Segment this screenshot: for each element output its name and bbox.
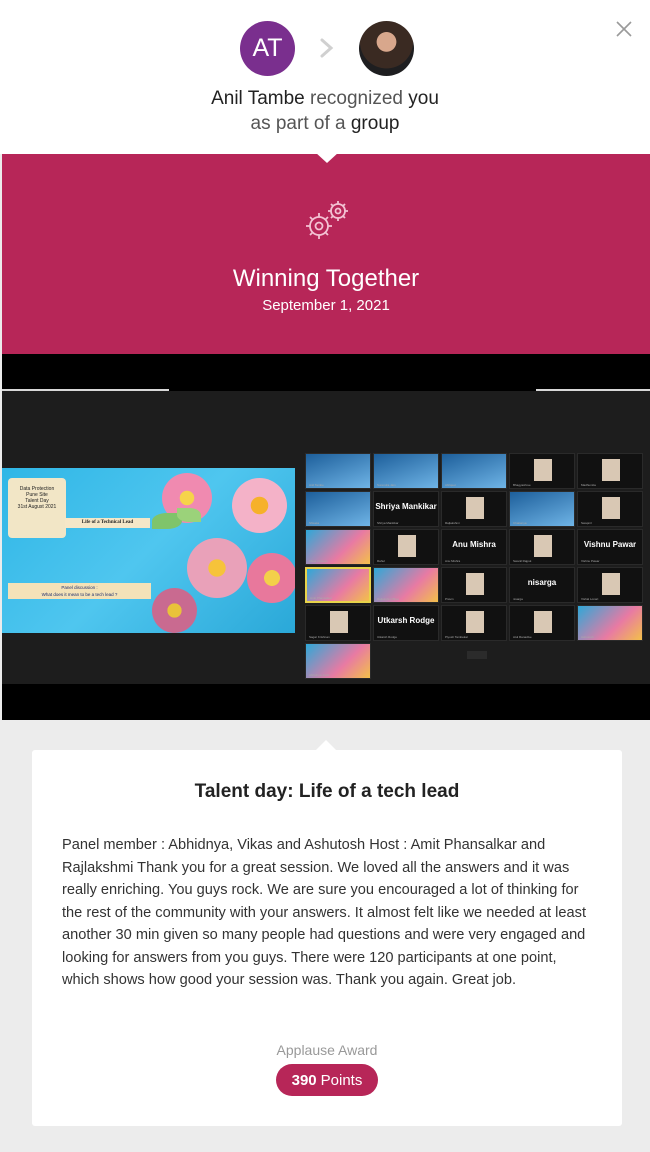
- slide-panel-text: Panel discussion : What does it mean to …: [8, 583, 151, 599]
- participant-label: Rajlakshmi: [445, 521, 460, 525]
- participant-tile: Pravin: [441, 567, 507, 603]
- participant-tile: Piyush Tambekar: [441, 605, 507, 641]
- participant-tile: Surendra Jain: [373, 453, 439, 489]
- participant-label: Ashutosh: [581, 635, 594, 639]
- points-badge: 390 Points: [276, 1064, 378, 1096]
- participant-name: Shriya Mankikar: [375, 502, 437, 511]
- award-date: September 1, 2021: [262, 297, 390, 314]
- participant-tile: Abhijeet: [441, 453, 507, 489]
- chevron-right-icon: [320, 38, 334, 58]
- participant-tile: Sagar Krishnan: [305, 605, 371, 641]
- recipient-avatar[interactable]: [359, 21, 414, 76]
- participant-video: [330, 611, 348, 633]
- participant-video: [534, 611, 552, 633]
- giver-name[interactable]: Anil Tambe: [211, 88, 305, 109]
- participant-tile: Shriya Mankikar Shriya Mankikar: [373, 491, 439, 527]
- giver-avatar[interactable]: AT: [240, 21, 295, 76]
- participant-tile: nisarga nisarga: [509, 567, 575, 603]
- participant-tile: Shweta: [305, 491, 371, 527]
- participant-tile: Vishnu Pawar Vishnu Pawar: [577, 529, 643, 565]
- participant-label: Anu Mishra: [445, 559, 461, 563]
- gears-icon: [306, 201, 348, 239]
- participant-video: [534, 535, 552, 557]
- presentation-slide: Data Protection Pune Site Talent Day 31s…: [2, 468, 295, 633]
- flower-decoration: [152, 588, 197, 633]
- participant-video: [398, 535, 416, 557]
- participant-label: Shriya Mankikar: [377, 521, 399, 525]
- award-type-label: Applause Award: [276, 1042, 378, 1058]
- participant-video: [466, 497, 484, 519]
- participant-label: Utkarsh Rodge: [377, 635, 398, 639]
- participant-label: Sagar Krishnan: [309, 635, 330, 639]
- participant-video: [534, 459, 552, 481]
- participant-tile: Swapnil: [577, 491, 643, 527]
- participant-label: Vishal Lonari: [581, 597, 599, 601]
- participant-label: Rahul: [377, 559, 385, 563]
- close-icon[interactable]: [612, 17, 636, 41]
- participant-label: Swapnil: [581, 521, 592, 525]
- participant-label: Abhidnya Joshi: [309, 673, 330, 677]
- participant-tile: Rahul: [373, 529, 439, 565]
- participant-tile: Bhagyashree: [509, 453, 575, 489]
- participant-label: Anil Tambe: [309, 483, 324, 487]
- participant-video: [602, 459, 620, 481]
- participant-label: Chaitanya: [513, 521, 527, 525]
- header-notch: [315, 152, 339, 163]
- participant-label: Vikas Chavan: [309, 559, 328, 563]
- leaf-decoration: [177, 508, 201, 522]
- flower-decoration: [232, 478, 287, 533]
- participant-label: Piyush Tambekar: [445, 635, 468, 639]
- participant-label: Bhagyashree: [513, 483, 531, 487]
- grid-page-button[interactable]: [467, 651, 487, 659]
- participant-tile: Utkarsh Rodge Utkarsh Rodge: [373, 605, 439, 641]
- participant-tile: Chaitanya: [509, 491, 575, 527]
- participant-name: Vishnu Pawar: [583, 540, 637, 549]
- participant-tile: Vikas Chavan: [305, 529, 371, 565]
- recognition-text: Anil Tambe recognized you as part of a g…: [211, 88, 439, 134]
- slide-scroll: Data Protection Pune Site Talent Day 31s…: [8, 478, 66, 538]
- participant-label: Surendra Jain: [377, 483, 396, 487]
- participant-label: Madhumita: [581, 483, 596, 487]
- participant-tile: Rajlakshmi Bhat: [373, 567, 439, 603]
- participant-tile: Anu Mishra Anu Mishra: [441, 529, 507, 565]
- participant-label: Amit Phansalkar: [310, 596, 332, 600]
- participant-label: Rajlakshmi Bhat: [377, 597, 399, 601]
- participant-name: Utkarsh Rodge: [377, 616, 435, 625]
- award-banner: [2, 154, 650, 354]
- participant-label: Pravin: [445, 597, 454, 601]
- participant-tile: Anil Tambe: [305, 453, 371, 489]
- card-message: Panel member : Abhidnya, Vikas and Ashut…: [62, 837, 586, 988]
- slide-title: Life of a Technical Lead: [65, 518, 150, 528]
- participant-tile: Atul Ranadive: [509, 605, 575, 641]
- participant-video: [602, 573, 620, 595]
- participant-name: Anu Mishra: [452, 540, 496, 549]
- participant-tile: Amit Phansalkar: [305, 567, 371, 603]
- participant-tile: Ashutosh: [577, 605, 643, 641]
- participant-tile: Rajlakshmi: [441, 491, 507, 527]
- participant-tile: Vishal Lonari: [577, 567, 643, 603]
- participant-video: [602, 497, 620, 519]
- participant-video: [466, 611, 484, 633]
- participant-name: nisarga: [527, 578, 557, 587]
- flower-decoration: [247, 553, 295, 603]
- participant-label: Vishnu Pawar: [581, 559, 600, 563]
- participant-label: nisarga: [513, 597, 523, 601]
- participant-tile: Madhumita: [577, 453, 643, 489]
- participant-tile: Abhidnya Joshi: [305, 643, 371, 679]
- recognition-card: Talent day: Life of a tech lead Panel me…: [32, 750, 622, 1126]
- participant-video: [466, 573, 484, 595]
- participant-label: Swanil Rajput: [513, 559, 532, 563]
- participant-label: Shweta: [309, 521, 320, 525]
- participant-label: Abhijeet: [445, 483, 456, 487]
- award-title: Winning Together: [232, 265, 420, 292]
- participant-grid: Anil Tambe Surendra Jain Abhijeet Bhagyashr…: [305, 453, 647, 679]
- recognition-header: AT Anil Tambe recognized you as part of …: [0, 0, 650, 154]
- card-title: Talent day: Life of a tech lead: [194, 781, 460, 802]
- flower-decoration: [187, 538, 247, 598]
- participant-label: Atul Ranadive: [513, 635, 532, 639]
- participant-tile: Swanil Rajput: [509, 529, 575, 565]
